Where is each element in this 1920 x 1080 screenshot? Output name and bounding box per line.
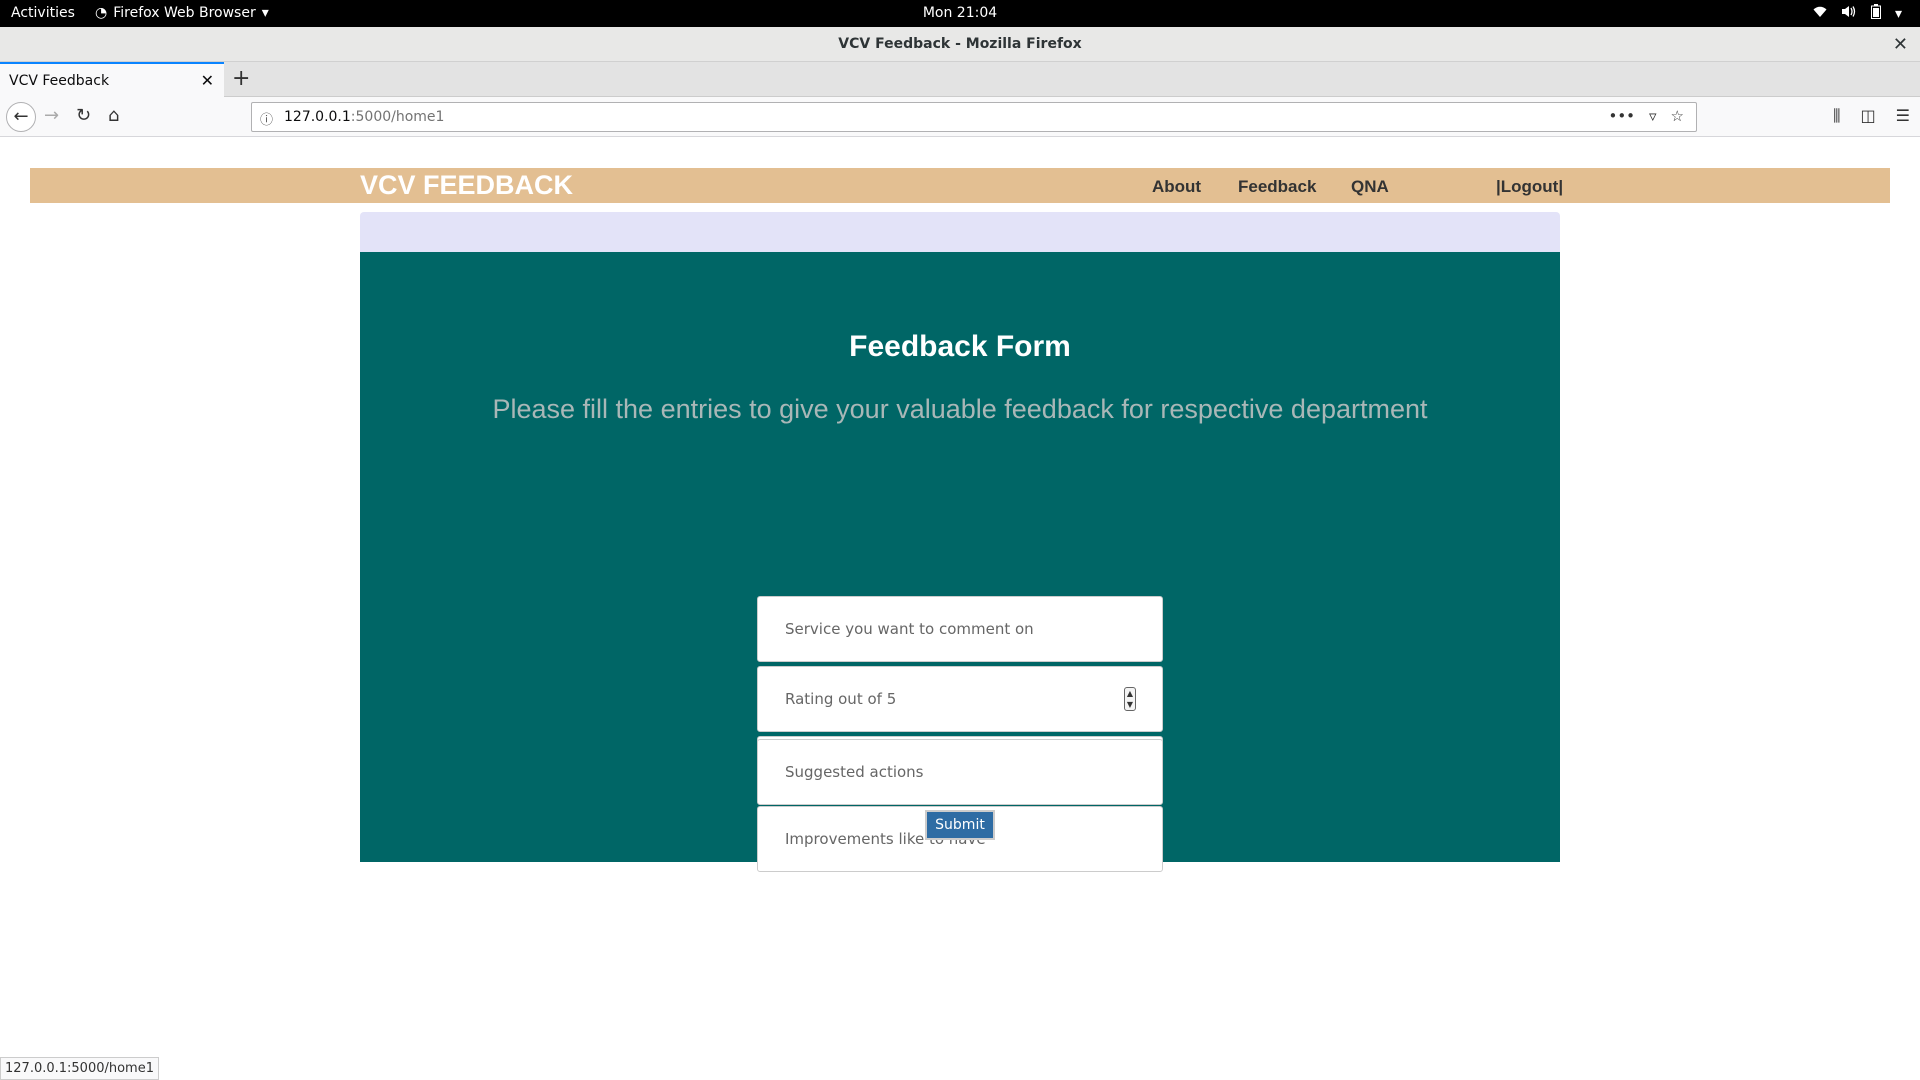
url-path: :5000/home1 [350,109,445,125]
url-bar-actions: ••• ▿ ☆ [1608,107,1684,125]
toolbar-right-buttons: ⫼ ◫ ☰ [1833,106,1910,126]
site-info-icon[interactable]: ⓘ [260,109,273,128]
tab-vcv-feedback[interactable]: VCV Feedback ✕ [0,62,224,97]
header-strip [360,212,1560,252]
chevron-down-icon: ▾ [261,5,269,21]
reload-icon[interactable]: ↻ [76,105,91,126]
url-host: 127.0.0.1 [284,109,351,125]
window-title-bar: VCV Feedback - Mozilla Firefox ✕ [0,27,1920,62]
app-menu-label: Firefox Web Browser [113,5,256,21]
sidebar-icon[interactable]: ◫ [1861,106,1876,126]
back-arrow-icon[interactable]: ← [6,102,36,132]
nav-feedback[interactable]: Feedback [1238,177,1316,197]
tab-label: VCV Feedback [9,73,110,89]
bookmark-star-icon[interactable]: ☆ [1671,107,1684,125]
site-header: VCV FEEDBACK About Feedback QNA |Logout| [30,168,1890,203]
home-icon[interactable]: ⌂ [108,105,119,126]
rating-field[interactable]: ▲ ▼ [757,666,1163,732]
window-close-icon[interactable]: ✕ [1893,34,1908,55]
logout-link[interactable]: |Logout| [1496,177,1563,197]
new-tab-icon[interactable]: + [232,66,250,91]
system-tray[interactable]: ▾ [1813,4,1902,23]
wifi-icon [1813,6,1827,22]
pocket-icon[interactable]: ▿ [1649,107,1657,125]
tab-close-icon[interactable]: ✕ [201,71,214,90]
nav-about[interactable]: About [1152,177,1201,197]
library-icon[interactable]: ⫼ [1833,106,1840,126]
service-field[interactable] [757,596,1163,662]
clock-container: Mon 21:04 [0,5,1920,21]
battery-icon [1870,4,1881,23]
navigation-toolbar: ← → ↻ ⌂ ⓘ 127.0.0.1:5000/home1 ••• ▿ ☆ ⫼… [0,97,1920,137]
page-content: VCV FEEDBACK About Feedback QNA |Logout|… [0,137,1920,1080]
url-text: 127.0.0.1:5000/home1 [284,109,444,125]
form-title: Feedback Form [849,330,1071,363]
volume-icon [1841,5,1857,22]
activities-button[interactable]: Activities [11,5,75,21]
stepper-down-icon[interactable]: ▼ [1125,699,1135,710]
gnome-top-bar: Activities ◔ Firefox Web Browser ▾ Mon 2… [0,0,1920,27]
window-title: VCV Feedback - Mozilla Firefox [838,36,1082,52]
hamburger-menu-icon[interactable]: ☰ [1896,106,1910,126]
app-menu[interactable]: ◔ Firefox Web Browser ▾ [95,5,269,21]
suggested-actions-field[interactable] [757,739,1163,805]
url-bar[interactable]: ⓘ 127.0.0.1:5000/home1 ••• ▿ ☆ [251,102,1697,132]
status-bar: 127.0.0.1:5000/home1 [0,1057,159,1080]
rating-stepper[interactable]: ▲ ▼ [1124,687,1136,711]
forward-arrow-icon[interactable]: → [44,105,59,126]
form-subtitle: Please fill the entries to give your val… [492,394,1428,424]
rating-input[interactable] [758,667,1162,731]
tab-strip: VCV Feedback ✕ + [0,62,1920,97]
suggested-actions-input[interactable] [758,740,1162,804]
service-input[interactable] [758,597,1162,661]
power-menu-chevron-icon: ▾ [1894,5,1902,22]
clock[interactable]: Mon 21:04 [923,5,997,21]
submit-button[interactable]: Submit [925,810,995,840]
site-brand[interactable]: VCV FEEDBACK [360,170,573,201]
nav-qna[interactable]: QNA [1351,177,1389,197]
firefox-icon: ◔ [95,5,108,21]
page-actions-icon[interactable]: ••• [1608,107,1635,125]
stepper-up-icon[interactable]: ▲ [1125,688,1135,699]
